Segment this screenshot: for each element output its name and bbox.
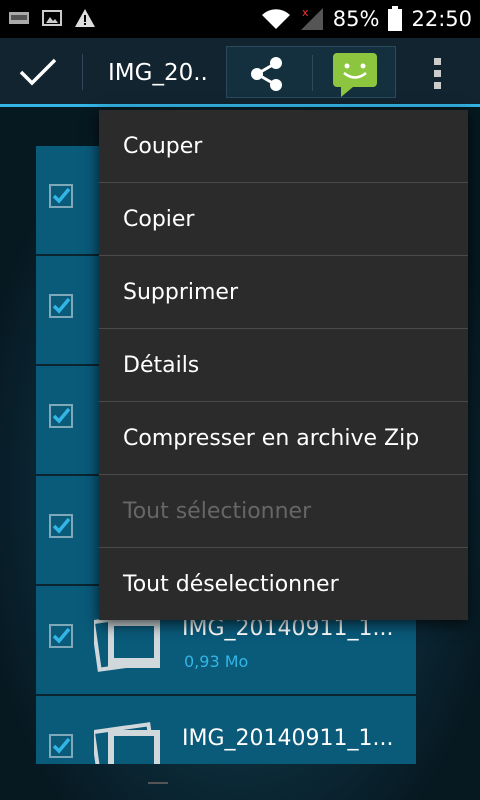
checkbox-checked-icon[interactable] [49,734,73,758]
clock: 22:50 [411,7,472,31]
scroll-indicator [148,782,168,784]
checkbox-checked-icon[interactable] [49,624,73,648]
menu-item-select-all: Tout sélectionner [99,475,468,548]
menu-item-compress-zip[interactable]: Compresser en archive Zip [99,402,468,475]
checkbox-checked-icon[interactable] [49,514,73,538]
list-item[interactable]: IMG_20140911_1... [36,696,416,764]
app-notification-icon [9,12,29,24]
menu-item-details[interactable]: Détails [99,329,468,402]
file-size: 0,93 Mo [184,652,249,671]
share-divider [312,55,313,91]
status-bar: x 85% 22:50 [0,0,480,38]
wifi-icon [261,9,290,29]
image-thumbnail-icon [94,722,160,764]
menu-item-copy[interactable]: Copier [99,183,468,256]
menu-item-delete[interactable]: Supprimer [99,256,468,329]
done-check-icon[interactable] [18,56,58,88]
image-notification-icon [42,10,62,26]
battery-percent: 85% [332,7,380,31]
share-icon[interactable] [247,55,287,93]
checkbox-checked-icon[interactable] [49,184,73,208]
selection-title: IMG_20.. [108,60,208,86]
messaging-app-icon[interactable] [331,51,379,99]
svg-text:x: x [302,6,309,19]
warning-icon [75,9,95,27]
file-name: IMG_20140911_1... [182,726,394,751]
overflow-menu-icon[interactable] [430,56,446,90]
contextual-action-bar: IMG_20.. [0,38,480,104]
menu-item-cut[interactable]: Couper [99,110,468,183]
share-action-provider[interactable] [226,46,396,98]
battery-icon [388,6,403,31]
checkbox-checked-icon[interactable] [49,294,73,318]
signal-no-service-icon: x [300,6,323,30]
menu-item-deselect-all[interactable]: Tout déselectionner [99,548,468,621]
overflow-popup-menu: Couper Copier Supprimer Détails Compress… [99,110,468,620]
action-bar-divider [82,54,83,90]
checkbox-checked-icon[interactable] [49,404,73,428]
